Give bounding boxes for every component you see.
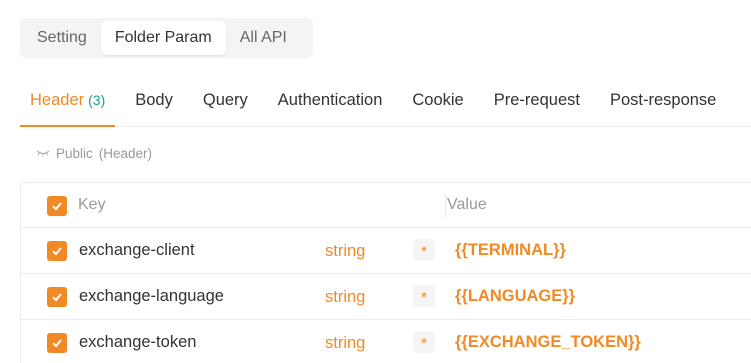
table-header-row: Key Value — [21, 183, 751, 228]
required-marker[interactable]: * — [413, 285, 435, 307]
required-marker[interactable]: * — [413, 239, 435, 261]
tab-all-api[interactable]: All API — [226, 21, 301, 55]
table-row: exchange-client string * {{TERMINAL}} — [21, 228, 751, 274]
folder-settings-panel: Setting Folder Param All API Header (3) B… — [0, 0, 751, 363]
tab-setting[interactable]: Setting — [23, 21, 101, 55]
required-marker[interactable]: * — [413, 331, 435, 353]
param-key[interactable]: exchange-token — [79, 333, 196, 352]
param-key[interactable]: exchange-language — [79, 287, 224, 306]
column-header-key: Key — [78, 196, 106, 213]
tab-query[interactable]: Query — [193, 79, 258, 126]
check-icon — [52, 339, 62, 348]
tab-header-count: (3) — [88, 92, 106, 108]
param-key[interactable]: exchange-client — [79, 241, 195, 260]
table-row: exchange-token string * {{EXCHANGE_TOKEN… — [21, 320, 751, 363]
check-icon — [52, 202, 62, 211]
param-value[interactable]: {{LANGUAGE}} — [455, 287, 575, 306]
tab-header[interactable]: Header (3) — [20, 79, 116, 127]
header-params-table: Key Value exchange-client string * {{TER… — [20, 182, 751, 363]
column-divider[interactable] — [445, 194, 446, 218]
param-value[interactable]: {{EXCHANGE_TOKEN}} — [455, 333, 641, 352]
check-icon — [52, 247, 62, 256]
public-label: Public — [56, 146, 93, 161]
tab-header-label: Header — [30, 91, 85, 109]
param-type[interactable]: string — [325, 334, 365, 353]
eye-closed-icon — [36, 148, 50, 160]
top-tab-bar: Setting Folder Param All API — [20, 18, 313, 58]
param-type[interactable]: string — [325, 242, 365, 261]
row-checkbox[interactable] — [47, 333, 67, 353]
table-row: exchange-language string * {{LANGUAGE}} — [21, 274, 751, 320]
public-qualifier: (Header) — [98, 146, 153, 161]
tab-post-response[interactable]: Post-response — [600, 79, 726, 126]
tab-authentication[interactable]: Authentication — [268, 79, 393, 126]
param-tab-bar: Header (3) Body Query Authentication Cook… — [20, 79, 751, 127]
check-icon — [52, 293, 62, 302]
select-all-checkbox[interactable] — [47, 196, 67, 216]
row-checkbox[interactable] — [47, 287, 67, 307]
public-section-header[interactable]: Public (Header) — [36, 146, 152, 161]
column-header-value: Value — [447, 196, 487, 213]
tab-cookie[interactable]: Cookie — [402, 79, 473, 126]
tab-pre-request[interactable]: Pre-request — [484, 79, 590, 126]
param-value[interactable]: {{TERMINAL}} — [455, 241, 566, 260]
param-type[interactable]: string — [325, 288, 365, 307]
tab-body[interactable]: Body — [125, 79, 183, 126]
row-checkbox[interactable] — [47, 241, 67, 261]
tab-folder-param[interactable]: Folder Param — [100, 21, 226, 55]
